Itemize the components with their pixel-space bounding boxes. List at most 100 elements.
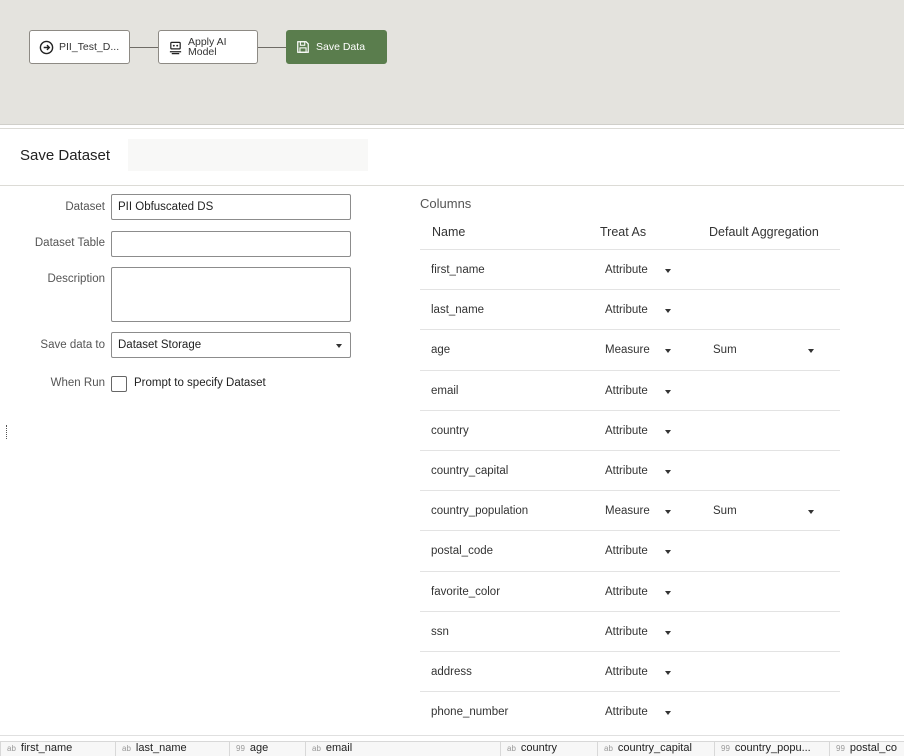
- chevron-down-icon[interactable]: [665, 631, 671, 635]
- table-row: country_population Measure Sum: [420, 490, 840, 530]
- dataset-table-label: Dataset Table: [34, 237, 105, 249]
- grid-column-name: email: [325, 742, 353, 754]
- prompt-dataset-checkbox[interactable]: [111, 376, 127, 392]
- chevron-down-icon[interactable]: [665, 470, 671, 474]
- treat-as-select[interactable]: Attribute: [605, 586, 648, 598]
- treat-as-select[interactable]: Measure: [605, 505, 650, 517]
- column-type-icon: ab: [507, 744, 516, 753]
- grid-column-name: age: [249, 742, 269, 754]
- grid-column-header[interactable]: 99 age: [229, 742, 305, 756]
- column-type-icon: ab: [122, 744, 131, 753]
- flow-node-apply-ai-model[interactable]: Apply AI Model: [158, 30, 258, 64]
- treat-as-select[interactable]: Measure: [605, 344, 650, 356]
- table-row: phone_number Attribute: [420, 691, 840, 731]
- column-name: age: [431, 344, 451, 356]
- flow-canvas[interactable]: PII_Test_D... Apply AI Model Save Data: [0, 0, 904, 125]
- arrow-circle-icon: [38, 39, 54, 55]
- column-type-icon: ab: [7, 744, 16, 753]
- grid-column-header[interactable]: ab first_name: [0, 742, 115, 756]
- treat-as-select[interactable]: Attribute: [605, 264, 648, 276]
- treat-as-select[interactable]: Attribute: [605, 706, 648, 718]
- treat-as-select[interactable]: Attribute: [605, 545, 648, 557]
- column-type-icon: 99: [236, 744, 245, 753]
- column-header-name: Name: [432, 225, 466, 239]
- grid-column-name: last_name: [135, 742, 187, 754]
- chevron-down-icon[interactable]: [665, 550, 671, 554]
- chevron-down-icon[interactable]: [665, 349, 671, 353]
- treat-as-select[interactable]: Attribute: [605, 304, 648, 316]
- chevron-down-icon[interactable]: [665, 309, 671, 313]
- grid-column-header[interactable]: 99 postal_co: [829, 742, 904, 756]
- table-row: age Measure Sum: [420, 329, 840, 369]
- chevron-down-icon[interactable]: [665, 671, 671, 675]
- table-row: country Attribute: [420, 410, 840, 450]
- column-name: address: [431, 666, 472, 678]
- aggregation-select[interactable]: Sum: [713, 505, 737, 517]
- column-type-icon: ab: [604, 744, 613, 753]
- resize-handle[interactable]: [6, 425, 8, 439]
- table-row: country_capital Attribute: [420, 450, 840, 490]
- grid-column-header[interactable]: 99 country_popu...: [714, 742, 829, 756]
- column-name: favorite_color: [431, 586, 501, 598]
- flow-node-label: PII_Test_D...: [59, 41, 120, 53]
- treat-as-select[interactable]: Attribute: [605, 465, 648, 477]
- column-name: country_capital: [431, 465, 509, 477]
- flow-node-label: Apply AI Model: [188, 36, 227, 58]
- aggregation-select[interactable]: Sum: [713, 344, 737, 356]
- treat-as-select[interactable]: Attribute: [605, 626, 648, 638]
- chevron-down-icon[interactable]: [808, 349, 814, 353]
- grid-column-name: country_popu...: [734, 742, 811, 754]
- column-type-icon: ab: [312, 744, 321, 753]
- grid-separator: [0, 735, 904, 736]
- flow-node-label: Save Data: [316, 41, 366, 53]
- column-name: first_name: [431, 264, 485, 276]
- grid-column-name: postal_co: [849, 742, 897, 754]
- description-textarea[interactable]: [111, 267, 351, 322]
- chevron-down-icon[interactable]: [665, 269, 671, 273]
- column-type-icon: 99: [721, 744, 730, 753]
- chevron-down-icon[interactable]: [665, 510, 671, 514]
- panel-separator: [0, 128, 904, 129]
- grid-column-header[interactable]: ab country_capital: [597, 742, 714, 756]
- chevron-down-icon[interactable]: [665, 430, 671, 434]
- table-row: first_name Attribute: [420, 249, 840, 289]
- prompt-dataset-label[interactable]: Prompt to specify Dataset: [134, 377, 266, 389]
- panel-title-area: [128, 139, 368, 171]
- table-row: favorite_color Attribute: [420, 571, 840, 611]
- panel-title: Save Dataset: [20, 147, 111, 164]
- flow-node-save-data[interactable]: Save Data: [286, 30, 387, 64]
- grid-column-name: country_capital: [617, 742, 692, 754]
- description-label: Description: [47, 273, 105, 285]
- column-name: email: [431, 385, 459, 397]
- chevron-down-icon[interactable]: [808, 510, 814, 514]
- column-header-aggregation: Default Aggregation: [709, 225, 819, 239]
- flow-connector: [130, 47, 158, 48]
- grid-column-header[interactable]: ab country: [500, 742, 597, 756]
- chevron-down-icon[interactable]: [665, 711, 671, 715]
- flow-node-source[interactable]: PII_Test_D...: [29, 30, 130, 64]
- grid-column-header[interactable]: ab last_name: [115, 742, 229, 756]
- treat-as-select[interactable]: Attribute: [605, 666, 648, 678]
- column-name: postal_code: [431, 545, 494, 557]
- grid-column-header[interactable]: ab email: [305, 742, 500, 756]
- save-to-label: Save data to: [40, 339, 105, 351]
- dataset-label: Dataset: [65, 201, 105, 213]
- column-type-icon: 99: [836, 744, 845, 753]
- table-row: postal_code Attribute: [420, 530, 840, 570]
- save-to-select[interactable]: Dataset Storage: [111, 332, 351, 358]
- chevron-down-icon[interactable]: [665, 390, 671, 394]
- column-header-treat-as: Treat As: [600, 225, 647, 239]
- column-name: country: [431, 425, 469, 437]
- columns-heading: Columns: [420, 196, 472, 211]
- column-name: phone_number: [431, 706, 509, 718]
- chevron-down-icon[interactable]: [665, 591, 671, 595]
- table-row: email Attribute: [420, 370, 840, 410]
- column-name: country_population: [431, 505, 529, 517]
- treat-as-select[interactable]: Attribute: [605, 385, 648, 397]
- when-run-label: When Run: [50, 377, 105, 389]
- dataset-name-input[interactable]: PII Obfuscated DS: [111, 194, 351, 220]
- dataset-table-input[interactable]: [111, 231, 351, 257]
- treat-as-select[interactable]: Attribute: [605, 425, 648, 437]
- chevron-down-icon: [336, 344, 342, 348]
- grid-column-name: first_name: [20, 742, 73, 754]
